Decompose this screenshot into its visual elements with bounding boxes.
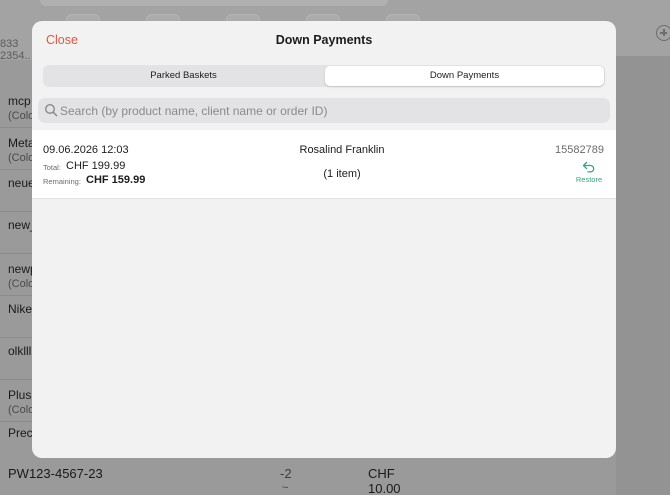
down-payment-row[interactable]: 09.06.2026 12:03 Total: CHF 199.99 Remai… bbox=[32, 130, 616, 199]
basket-line: PW123-4567-23 -2 ~ CHF 10.00 bbox=[0, 458, 430, 495]
background-number: 2354.. bbox=[0, 50, 31, 62]
row-client-name: Rosalind Franklin bbox=[299, 144, 385, 156]
row-remaining-value: CHF 159.99 bbox=[86, 174, 146, 186]
restore-button[interactable]: Restore bbox=[572, 161, 606, 185]
list-item-name: Meta bbox=[8, 136, 35, 150]
row-date: 09.06.2026 12:03 bbox=[43, 144, 129, 156]
list-item-sub: (Colo bbox=[8, 404, 35, 416]
tab-down-payments[interactable]: Down Payments bbox=[325, 66, 604, 86]
segmented-control: Parked Baskets Down Payments bbox=[43, 65, 605, 87]
search-icon bbox=[44, 103, 58, 117]
list-item-sub: (Colo bbox=[8, 152, 35, 164]
row-item-count: (1 item) bbox=[323, 168, 361, 180]
background-strip bbox=[40, 0, 388, 6]
list-item-name: mcp bbox=[8, 94, 31, 108]
swipe-hint-icon: ~ bbox=[282, 482, 289, 494]
modal-title: Down Payments bbox=[275, 33, 373, 47]
background-right-panel bbox=[616, 56, 670, 495]
basket-line-price: CHF 10.00 bbox=[368, 466, 401, 495]
list-item-sub: (Colo bbox=[8, 278, 35, 290]
search-bar bbox=[38, 98, 610, 123]
restore-label: Restore bbox=[575, 175, 603, 184]
basket-line-code: PW123-4567-23 bbox=[8, 466, 103, 481]
row-remaining-label: Remaining: bbox=[43, 177, 81, 186]
restore-arrow-icon bbox=[582, 161, 595, 173]
down-payments-modal: Close Down Payments Parked Baskets Down … bbox=[32, 21, 616, 458]
search-input[interactable] bbox=[60, 101, 600, 120]
add-circle-icon bbox=[656, 25, 670, 41]
tab-parked-baskets[interactable]: Parked Baskets bbox=[44, 66, 323, 86]
basket-line-qty: -2 bbox=[280, 466, 292, 481]
list-item-sub: (Colo bbox=[8, 110, 35, 122]
background-code: 833 bbox=[0, 38, 19, 50]
list-item-name: Prec bbox=[8, 426, 33, 440]
row-total-value: CHF 199.99 bbox=[66, 160, 126, 172]
list-item-name: Nike bbox=[8, 302, 33, 316]
modal-header: Close Down Payments bbox=[32, 21, 616, 61]
row-order-id: 15582789 bbox=[555, 144, 604, 156]
row-total-label: Total: bbox=[43, 163, 61, 172]
list-item-name: olklll bbox=[8, 344, 32, 358]
list-item-name: neue bbox=[8, 176, 35, 190]
